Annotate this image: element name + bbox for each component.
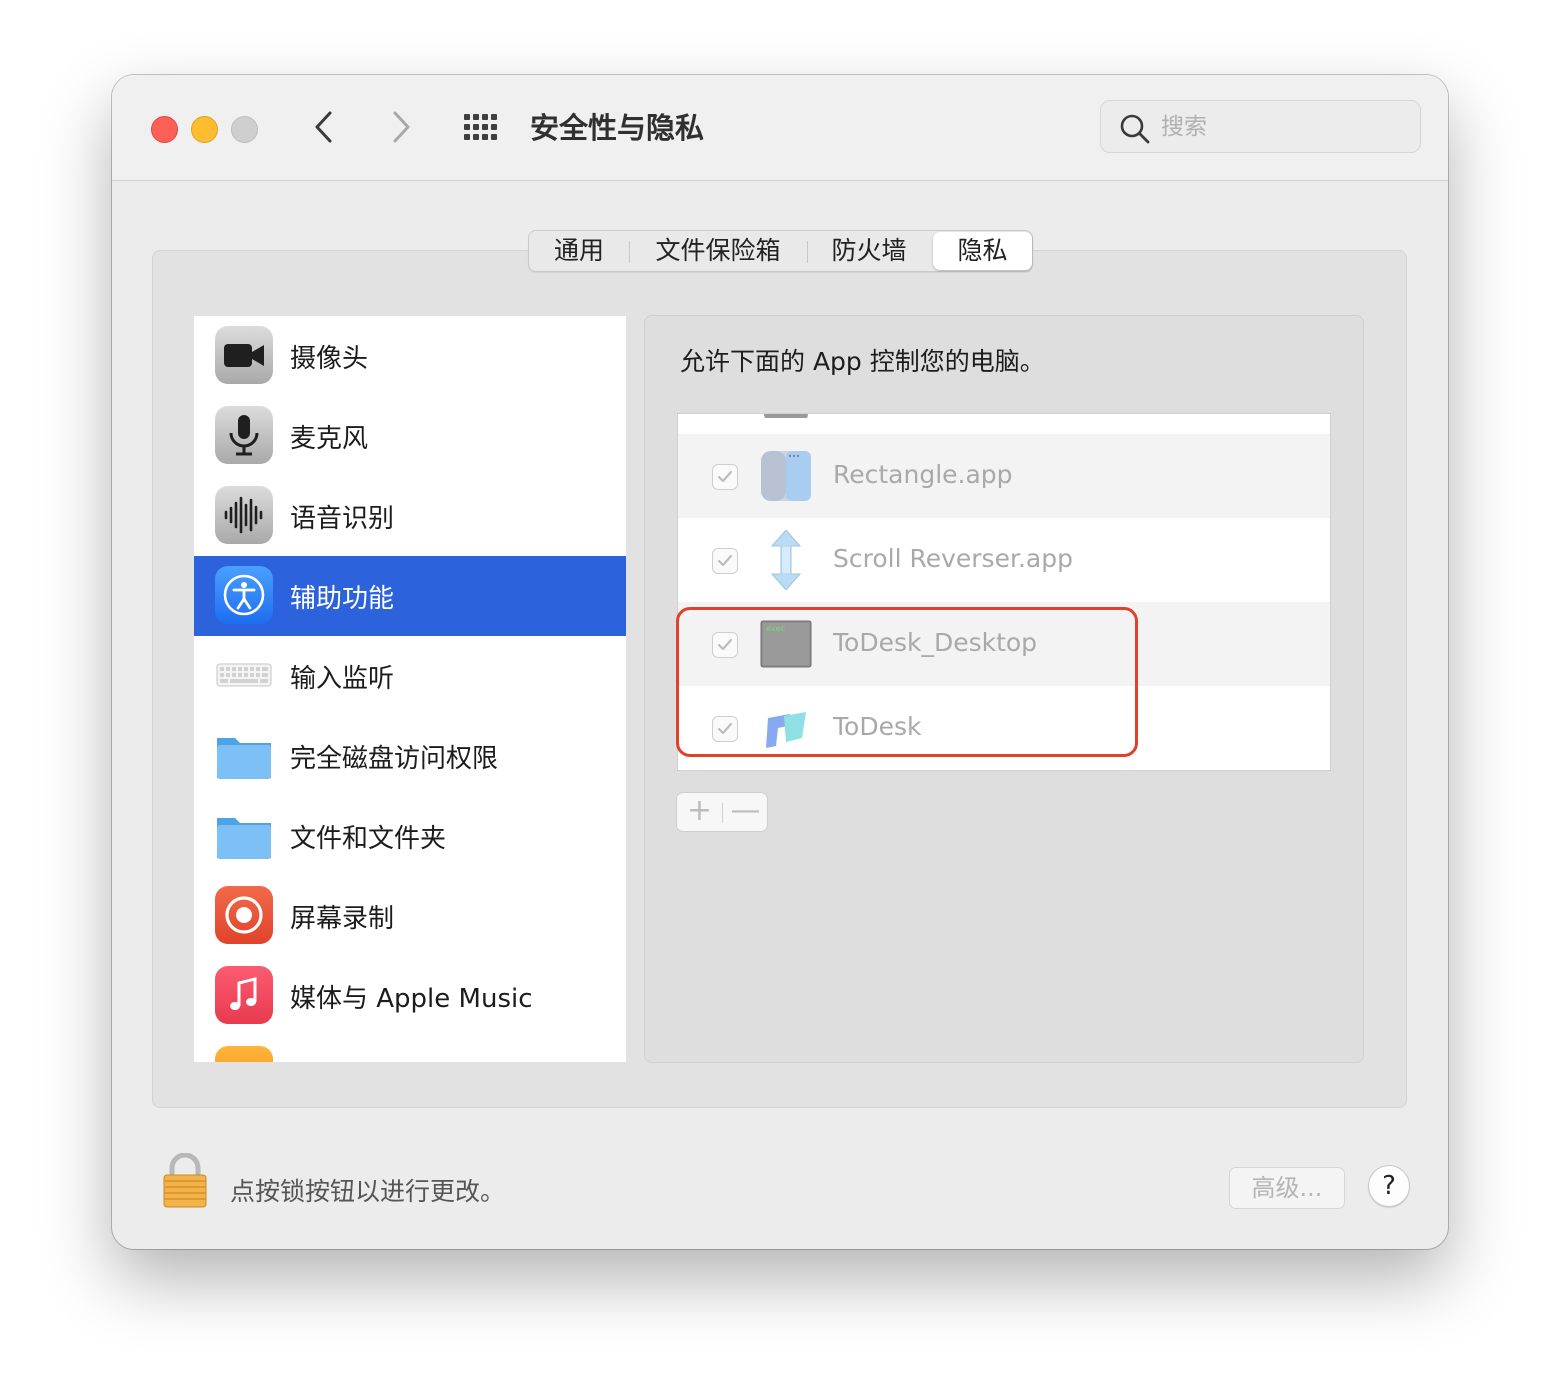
remove-app-button[interactable]: — xyxy=(723,793,768,831)
lock-button[interactable] xyxy=(160,1152,210,1209)
exec-terminal-icon: exec xyxy=(760,618,812,670)
microphone-icon xyxy=(215,406,273,464)
sidebar-item-label: 麦克风 xyxy=(290,424,369,454)
list-item[interactable]: Rectangle.app xyxy=(678,434,1330,518)
zoom-button[interactable] xyxy=(231,116,258,143)
show-all-button[interactable] xyxy=(462,111,502,143)
list-item[interactable]: ToDesk xyxy=(678,686,1330,770)
sidebar-item-accessibility[interactable]: 辅助功能 xyxy=(194,556,626,636)
sidebar-item-label: 媒体与 Apple Music xyxy=(290,984,533,1014)
folder-icon xyxy=(215,806,273,864)
chevron-left-icon xyxy=(315,111,332,143)
window-title: 安全性与隐私 xyxy=(530,111,705,145)
panel-description: 允许下面的 App 控制您的电脑。 xyxy=(680,347,1045,376)
search-input[interactable] xyxy=(1161,111,1401,143)
app-name: Rectangle.app xyxy=(833,460,1013,489)
toolbar: 安全性与隐私 xyxy=(112,75,1448,181)
rectangle-app-icon xyxy=(760,450,812,502)
sidebar-item-label: 辅助功能 xyxy=(290,584,395,614)
keyboard-icon xyxy=(215,646,273,704)
sidebar-item-camera[interactable]: 摄像头 xyxy=(194,316,626,396)
sidebar-item-label: 完全磁盘访问权限 xyxy=(290,744,499,774)
forward-button[interactable] xyxy=(380,107,420,147)
tab-privacy[interactable]: 隐私 xyxy=(933,232,1032,270)
add-app-button[interactable]: + xyxy=(677,793,722,831)
tab-general[interactable]: 通用 xyxy=(529,231,629,271)
minimize-button[interactable] xyxy=(191,116,218,143)
accessibility-icon xyxy=(215,566,273,624)
checkmark-icon xyxy=(717,470,733,483)
list-item[interactable]: Scroll Reverser.app xyxy=(678,518,1330,602)
screen-recording-icon xyxy=(215,886,273,944)
lock-icon xyxy=(163,1152,207,1208)
home-icon xyxy=(215,1046,273,1062)
back-button[interactable] xyxy=(305,107,345,147)
sidebar-item-label: 语音识别 xyxy=(290,504,395,534)
app-checkbox[interactable] xyxy=(712,548,738,574)
music-icon xyxy=(215,966,273,1024)
sidebar-item-label: 屏幕录制 xyxy=(290,904,395,934)
add-remove-control: + — xyxy=(676,792,768,832)
app-list[interactable]: Rectangle.app Scroll Reverser.app exec T… xyxy=(677,413,1331,771)
sidebar-item-label: 文件和文件夹 xyxy=(290,824,447,854)
app-icon xyxy=(760,414,812,428)
app-name: ToDesk xyxy=(833,712,922,741)
sidebar-item-media-apple-music[interactable]: 媒体与 Apple Music xyxy=(194,956,626,1036)
app-name: ToDesk_Desktop xyxy=(833,628,1038,657)
app-checkbox[interactable] xyxy=(712,716,738,742)
todesk-icon xyxy=(760,702,812,754)
folder-icon xyxy=(215,726,273,784)
sidebar-item-microphone[interactable]: 麦克风 xyxy=(194,396,626,476)
app-name: Scroll Reverser.app xyxy=(833,544,1073,573)
scroll-reverser-icon xyxy=(760,529,812,591)
sidebar-item-home[interactable] xyxy=(194,1036,626,1062)
tab-filevault[interactable]: 文件保险箱 xyxy=(629,231,807,271)
sidebar-item-files-and-folders[interactable]: 文件和文件夹 xyxy=(194,796,626,876)
sidebar-item-speech-recognition[interactable]: 语音识别 xyxy=(194,476,626,556)
tab-firewall[interactable]: 防火墙 xyxy=(807,231,931,271)
help-button[interactable]: ? xyxy=(1368,1165,1410,1207)
search-icon xyxy=(1120,114,1150,144)
privacy-category-list[interactable]: 摄像头 麦克风 语音识别 辅助功能 输入监听 完全磁盘访问权限 文件和文件夹 屏… xyxy=(194,316,626,1062)
sidebar-item-full-disk-access[interactable]: 完全磁盘访问权限 xyxy=(194,716,626,796)
exec-label: exec xyxy=(766,624,785,633)
tab-bar: 通用 文件保险箱 防火墙 隐私 xyxy=(528,230,1033,272)
checkmark-icon xyxy=(717,722,733,735)
checkmark-icon xyxy=(717,554,733,567)
sidebar-item-label: 输入监听 xyxy=(290,664,395,694)
sidebar-item-input-monitoring[interactable]: 输入监听 xyxy=(194,636,626,716)
list-item xyxy=(678,414,1330,434)
lock-message: 点按锁按钮以进行更改。 xyxy=(230,1177,506,1206)
close-button[interactable] xyxy=(151,116,178,143)
app-checkbox[interactable] xyxy=(712,464,738,490)
accessibility-panel: 允许下面的 App 控制您的电脑。 Rectangle.app Scroll R… xyxy=(644,315,1364,1063)
sidebar-item-label: 摄像头 xyxy=(290,344,369,374)
search-field[interactable] xyxy=(1100,100,1421,153)
checkmark-icon xyxy=(717,638,733,651)
app-checkbox[interactable] xyxy=(712,632,738,658)
grid-icon xyxy=(464,114,497,140)
chevron-right-icon xyxy=(393,111,410,143)
speech-recognition-icon xyxy=(215,486,273,544)
camera-icon xyxy=(215,326,273,384)
advanced-button[interactable]: 高级... xyxy=(1229,1167,1345,1209)
list-item[interactable]: exec ToDesk_Desktop xyxy=(678,602,1330,686)
sidebar-item-screen-recording[interactable]: 屏幕录制 xyxy=(194,876,626,956)
security-privacy-window: 安全性与隐私 通用 文件保险箱 防火墙 隐私 摄像头 xyxy=(112,75,1448,1249)
